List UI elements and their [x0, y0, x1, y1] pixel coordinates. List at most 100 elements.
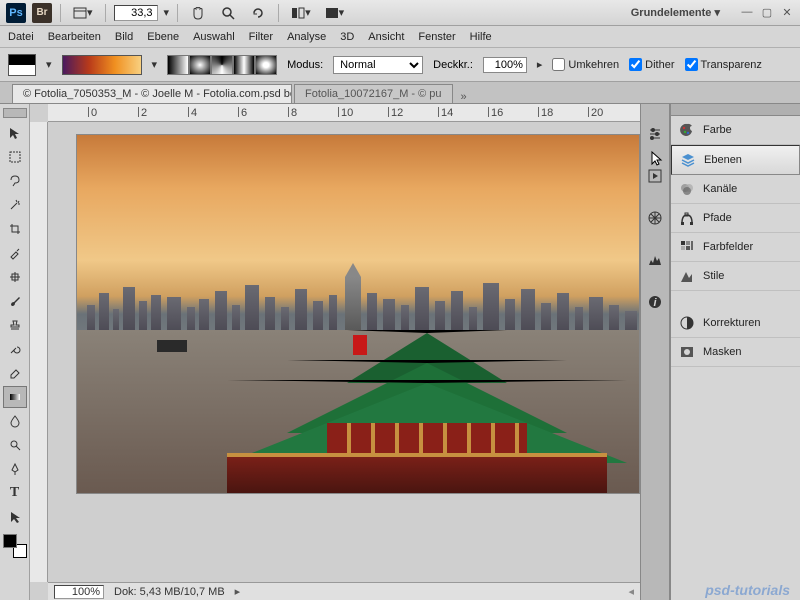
menu-bild[interactable]: Bild: [115, 31, 133, 43]
reverse-checkbox[interactable]: Umkehren: [552, 58, 619, 71]
eraser-tool[interactable]: [3, 362, 27, 384]
ruler-horizontal[interactable]: 02468101214161820: [48, 104, 640, 122]
lasso-tool[interactable]: [3, 170, 27, 192]
adjustments-icon[interactable]: [645, 124, 665, 144]
history-brush-tool[interactable]: [3, 338, 27, 360]
eyedropper-tool[interactable]: [3, 242, 27, 264]
menu-analyse[interactable]: Analyse: [287, 31, 326, 43]
menu-datei[interactable]: Datei: [8, 31, 34, 43]
tool-preset-picker[interactable]: [8, 54, 36, 76]
options-bar: ▾ ▾ Modus: Normal Deckkr.: 100%▸ Umkehre…: [0, 48, 800, 82]
panel-kanaele[interactable]: Kanäle: [671, 175, 800, 204]
gradient-picker[interactable]: [62, 55, 142, 75]
document-tabs: © Fotolia_7050353_M - © Joelle M - Fotol…: [0, 82, 800, 104]
adjust-icon: [679, 315, 695, 331]
rotate-view-icon[interactable]: [246, 3, 270, 23]
title-bar: Ps Br ▾ 33,3▾ ▾ ▾ Grundelemente ▾ — ▢ ✕: [0, 0, 800, 26]
watermark-text: psd-tutorials: [705, 582, 790, 598]
photoshop-logo-icon: Ps: [6, 3, 26, 23]
arrange-docs-button[interactable]: ▾: [287, 4, 315, 21]
menu-ansicht[interactable]: Ansicht: [368, 31, 404, 43]
dodge-tool[interactable]: [3, 434, 27, 456]
opacity-input[interactable]: 100%: [483, 57, 527, 73]
status-zoom-field[interactable]: 100%: [54, 585, 104, 599]
panel-farbfelder[interactable]: Farbfelder: [671, 233, 800, 262]
status-bar: 100% Dok: 5,43 MB/10,7 MB ▸ ◂: [48, 582, 640, 600]
gradient-radial-button[interactable]: [189, 55, 211, 75]
menu-3d[interactable]: 3D: [340, 31, 354, 43]
minimize-button[interactable]: —: [740, 6, 754, 19]
menu-bearbeiten[interactable]: Bearbeiten: [48, 31, 101, 43]
mask-icon: [679, 344, 695, 360]
zoom-field[interactable]: 33,3: [114, 5, 158, 21]
document-tab-active[interactable]: © Fotolia_7050353_M - © Joelle M - Fotol…: [12, 84, 292, 103]
layers-icon: [680, 152, 696, 168]
view-extras-button[interactable]: ▾: [69, 4, 97, 21]
menu-ebene[interactable]: Ebene: [147, 31, 179, 43]
marquee-tool[interactable]: [3, 146, 27, 168]
menu-auswahl[interactable]: Auswahl: [193, 31, 235, 43]
mode-label: Modus:: [287, 59, 323, 71]
window-controls: — ▢ ✕: [740, 6, 794, 19]
gradient-linear-button[interactable]: [167, 55, 189, 75]
workspace: T 02468101214161820: [0, 104, 800, 600]
opacity-label: Deckkr.:: [433, 59, 473, 71]
healing-tool[interactable]: [3, 266, 27, 288]
panel-grab-bar[interactable]: [671, 104, 800, 116]
zoom-tool-icon[interactable]: [216, 3, 240, 23]
swatches-icon: [679, 239, 695, 255]
panel-pfade[interactable]: Pfade: [671, 204, 800, 233]
menu-fenster[interactable]: Fenster: [418, 31, 455, 43]
move-tool[interactable]: [3, 122, 27, 144]
paths-icon: [679, 210, 695, 226]
panel-korrekturen[interactable]: Korrekturen: [671, 309, 800, 338]
panel-masken[interactable]: Masken: [671, 338, 800, 367]
gradient-reflected-button[interactable]: [233, 55, 255, 75]
menu-filter[interactable]: Filter: [249, 31, 273, 43]
tools-panel: T: [0, 104, 30, 600]
menu-hilfe[interactable]: Hilfe: [470, 31, 492, 43]
gradient-diamond-button[interactable]: [255, 55, 277, 75]
histogram-icon[interactable]: [645, 250, 665, 270]
path-select-tool[interactable]: [3, 506, 27, 528]
menu-bar: Datei Bearbeiten Bild Ebene Auswahl Filt…: [0, 26, 800, 48]
wand-tool[interactable]: [3, 194, 27, 216]
bridge-logo-icon[interactable]: Br: [32, 3, 52, 23]
tab-overflow-icon[interactable]: »: [461, 91, 467, 103]
maximize-button[interactable]: ▢: [760, 6, 774, 19]
play-icon[interactable]: [645, 166, 665, 186]
gradient-tool[interactable]: [3, 386, 27, 408]
workspace-switcher[interactable]: Grundelemente ▾: [625, 4, 726, 21]
ruler-vertical[interactable]: [30, 122, 48, 582]
panels-dock: Farbe Ebenen Kanäle Pfade Farbfelder Sti…: [670, 104, 800, 600]
type-tool[interactable]: T: [3, 482, 27, 504]
color-swatches[interactable]: [3, 534, 27, 558]
hand-tool-icon[interactable]: [186, 3, 210, 23]
stamp-tool[interactable]: [3, 314, 27, 336]
brush-tool[interactable]: [3, 290, 27, 312]
transparency-checkbox[interactable]: Transparenz: [685, 58, 762, 71]
blur-tool[interactable]: [3, 410, 27, 432]
screen-mode-button[interactable]: ▾: [321, 4, 349, 21]
info-icon[interactable]: i: [645, 292, 665, 312]
panel-stile[interactable]: Stile: [671, 262, 800, 291]
canvas-viewport[interactable]: [48, 122, 640, 582]
navigator-icon[interactable]: [645, 208, 665, 228]
panel-ebenen[interactable]: Ebenen: [671, 145, 800, 175]
document-image[interactable]: [76, 134, 640, 494]
dither-checkbox[interactable]: Dither: [629, 58, 674, 71]
document-tab-inactive[interactable]: Fotolia_10072167_M - © pu: [294, 84, 453, 103]
canvas-area: 02468101214161820: [30, 104, 640, 600]
styles-icon: [679, 268, 695, 284]
crop-tool[interactable]: [3, 218, 27, 240]
pen-tool[interactable]: [3, 458, 27, 480]
blend-mode-select[interactable]: Normal: [333, 56, 423, 74]
gradient-angle-button[interactable]: [211, 55, 233, 75]
cursor-icon: [650, 150, 664, 168]
panel-farbe[interactable]: Farbe: [671, 116, 800, 145]
channels-icon: [679, 181, 695, 197]
close-button[interactable]: ✕: [780, 6, 794, 19]
tools-grab-icon[interactable]: [3, 108, 27, 118]
status-doc-size: Dok: 5,43 MB/10,7 MB: [114, 586, 225, 598]
palette-icon: [679, 122, 695, 138]
